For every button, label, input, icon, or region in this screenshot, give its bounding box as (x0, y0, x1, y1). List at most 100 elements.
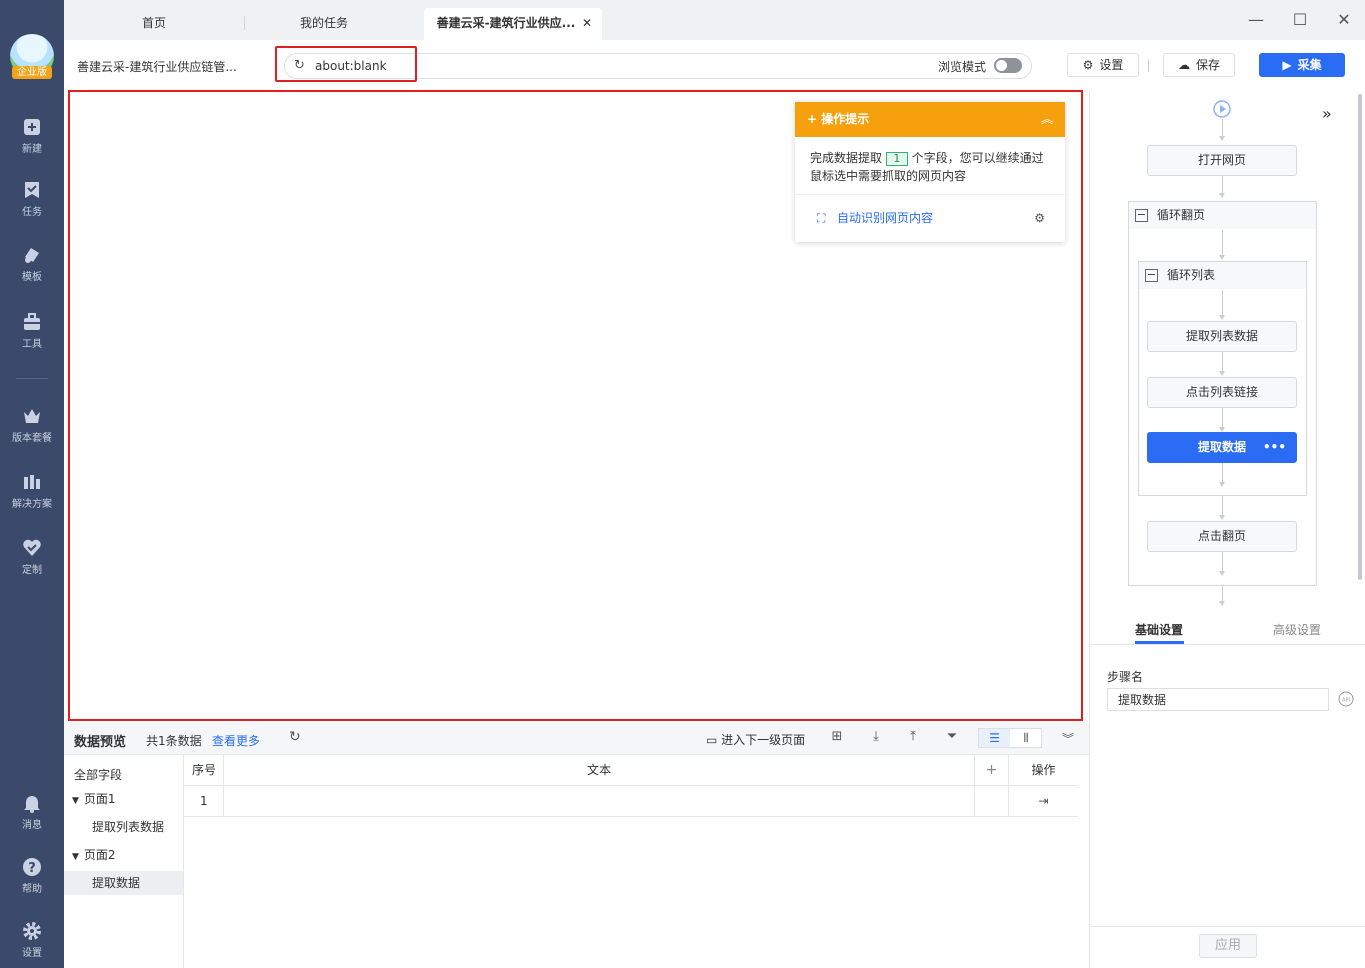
table-row: 1 ⇥ (184, 786, 1078, 817)
browse-mode-toggle[interactable] (994, 58, 1022, 73)
settings-button[interactable]: ⚙ 设置 (1067, 53, 1139, 77)
sidebar-item-template[interactable]: 模板 (0, 245, 64, 283)
tree-item-extract-data[interactable]: 提取数据 (64, 871, 183, 895)
edition-badge: 企业版 (12, 66, 52, 79)
play-icon: ▶ (1282, 58, 1292, 72)
tab-home[interactable]: 首页 (74, 8, 234, 40)
collapse-icon[interactable]: − (1135, 209, 1148, 222)
collect-button[interactable]: ▶ 采集 (1259, 53, 1345, 77)
flow-connector (1222, 552, 1223, 572)
col-text[interactable]: 文本 (224, 755, 975, 785)
table-header: 序号 文本 + 操作 (184, 755, 1078, 786)
step-name-input[interactable] (1107, 688, 1329, 711)
sidebar-item-task[interactable]: 任务 (0, 180, 64, 218)
expand-panel-icon[interactable]: » (1322, 104, 1332, 123)
site-title: 善建云采-建筑行业供应链管... (77, 60, 237, 74)
auto-detect-link[interactable]: 自动识别网页内容 (837, 211, 933, 225)
view-toggle: ☰ ⫴ (978, 728, 1042, 748)
collapse-down-icon[interactable]: ︾ (1062, 730, 1074, 747)
tree-item-extract-list[interactable]: 提取列表数据 (64, 815, 183, 839)
flow-connector (1222, 408, 1223, 428)
left-sidebar: 企业版 新建 任务 模板 工具 版本套餐 解决方案 定制 消息 ? 帮助 设置 (0, 0, 64, 968)
step-click-next-page[interactable]: 点击翻页 (1147, 521, 1297, 552)
scan-icon: ⛶ (817, 211, 826, 225)
flow-arrow (1219, 515, 1225, 520)
row-text[interactable] (224, 786, 975, 816)
close-window-icon[interactable]: ✕ (1332, 10, 1356, 30)
flow-arrow (1219, 136, 1225, 141)
row-index: 1 (184, 786, 224, 816)
tree-item-all[interactable]: 全部字段 (64, 763, 183, 787)
step-click-list-link[interactable]: 点击列表链接 (1147, 377, 1297, 408)
apply-button[interactable]: 应用 (1199, 934, 1257, 958)
hint-body: 完成数据提取 1 个字段，您可以继续通过鼠标选中需要抓取的网页内容 (795, 137, 1065, 195)
loop-list-title[interactable]: − 循环列表 (1139, 262, 1306, 289)
list-view-icon[interactable]: ☰ (979, 729, 1010, 747)
loop-page-title[interactable]: − 循环翻页 (1129, 202, 1316, 229)
refresh-icon[interactable]: ↻ (289, 729, 301, 745)
bell-icon (24, 796, 40, 813)
add-column-button[interactable]: + (975, 755, 1009, 785)
crown-icon (24, 409, 40, 423)
sidebar-item-tools[interactable]: 工具 (0, 312, 64, 350)
gear-icon[interactable]: ⚙ (1034, 195, 1045, 241)
flow-connector (1222, 586, 1223, 602)
sidebar-item-settings[interactable]: 设置 (0, 921, 64, 959)
col-index: 序号 (184, 755, 224, 785)
sidebar-item-messages[interactable]: 消息 (0, 793, 64, 831)
row-action-icon[interactable]: ⇥ (1009, 786, 1078, 816)
row-empty-cell (975, 786, 1009, 816)
active-tab-indicator (1135, 641, 1184, 644)
tab-my-tasks[interactable]: 我的任务 (244, 8, 404, 40)
flow-arrow (1219, 601, 1225, 606)
sidebar-item-label: 工具 (22, 339, 42, 350)
step-extract-list-data[interactable]: 提取列表数据 (1147, 321, 1297, 352)
plus-square-icon (24, 119, 40, 135)
flow-connector (1222, 230, 1223, 256)
flow-connector (1222, 176, 1223, 194)
tab-basic-settings[interactable]: 基础设置 (1135, 621, 1183, 638)
tab-advanced-settings[interactable]: 高级设置 (1273, 621, 1321, 638)
sidebar-item-plans[interactable]: 版本套餐 (0, 406, 64, 444)
flow-arrow (1219, 371, 1225, 376)
api-icon[interactable]: API (1338, 691, 1354, 707)
download-icon[interactable]: ⤓ (868, 729, 884, 744)
step-extract-data[interactable]: 提取数据 ••• (1147, 432, 1297, 463)
add-field-icon[interactable]: ⊞ (829, 729, 845, 744)
step-open-page[interactable]: 打开网页 (1147, 145, 1297, 176)
sidebar-item-label: 定制 (22, 565, 42, 576)
field-tree: 全部字段 ▼ 页面1 提取列表数据 ▼ 页面2 提取数据 (64, 755, 184, 968)
help-icon: ? (23, 858, 41, 876)
preview-title: 数据预览 (74, 735, 127, 750)
sidebar-item-new[interactable]: 新建 (0, 117, 64, 155)
tree-item-page1[interactable]: ▼ 页面1 (64, 787, 183, 811)
flow-connector (1222, 463, 1223, 483)
scrollbar[interactable] (1358, 94, 1362, 580)
sidebar-item-label: 模板 (22, 272, 42, 283)
view-more-link[interactable]: 查看更多 (212, 732, 260, 749)
column-view-icon[interactable]: ⫴ (1011, 729, 1041, 747)
upload-icon[interactable]: ⤒ (905, 729, 921, 744)
maximize-icon[interactable]: ☐ (1288, 10, 1312, 30)
chevron-up-icon[interactable]: ︽ (1041, 102, 1053, 137)
more-icon[interactable]: ••• (1263, 433, 1286, 462)
caret-down-icon[interactable]: ▼ (72, 796, 79, 806)
browse-mode-label: 浏览模式 (938, 60, 987, 74)
sidebar-item-solutions[interactable]: 解决方案 (0, 472, 64, 510)
sidebar-item-help[interactable]: ? 帮助 (0, 857, 64, 895)
enter-next-level-button[interactable]: ▭ 进入下一级页面 (706, 731, 805, 748)
tree-item-page2[interactable]: ▼ 页面2 (64, 843, 183, 867)
plus-icon: + (807, 112, 822, 126)
field-count-badge: 1 (885, 152, 908, 166)
filter-icon[interactable]: ⏷ (944, 729, 960, 744)
hint-header[interactable]: + 操作提示 ︽ (795, 102, 1065, 137)
minimize-icon[interactable]: — (1244, 10, 1268, 30)
tab-current-task[interactable]: 善建云采-建筑行业供应... ✕ (424, 8, 602, 40)
collapse-icon[interactable]: − (1145, 269, 1158, 282)
task-flag-icon (25, 182, 39, 198)
sidebar-divider (16, 378, 48, 379)
close-tab-icon[interactable]: ✕ (582, 8, 592, 38)
sidebar-item-custom[interactable]: 定制 (0, 538, 64, 576)
save-button[interactable]: ☁ 保存 (1163, 53, 1235, 77)
caret-down-icon[interactable]: ▼ (72, 852, 79, 862)
